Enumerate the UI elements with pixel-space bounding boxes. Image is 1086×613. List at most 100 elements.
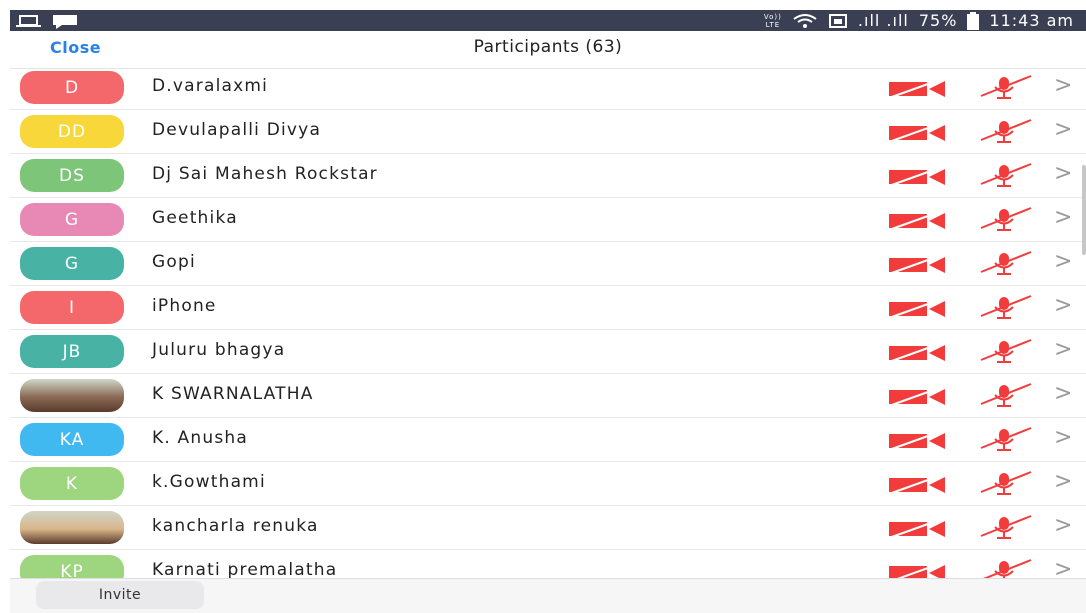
avatar: DS [20,159,124,192]
wifi-icon [793,13,817,28]
participant-row[interactable]: D D.varalaxmi > [10,66,1086,110]
video-off-icon[interactable] [887,210,949,232]
video-off-icon[interactable] [887,166,949,188]
mic-muted-icon[interactable] [975,512,1035,542]
video-off-icon[interactable] [887,474,949,496]
participant-list[interactable]: D D.varalaxmi > DD Devulapalli Divya > D… [10,66,1086,578]
mic-muted-icon[interactable] [975,204,1035,234]
avatar-initials: D [64,77,80,98]
avatar: KP [20,555,124,578]
volte-bottom: LTE [765,20,781,29]
avatar-photo [20,379,124,412]
avatar: D [20,71,124,104]
battery-icon [967,11,980,30]
participant-name: Gopi [152,252,196,272]
sim-card-icon [828,13,847,28]
bottom-toolbar: Invite [10,578,1086,613]
video-off-icon[interactable] [887,430,949,452]
nav-bar: Close Participants (63) [10,31,1086,69]
avatar-initials: G [64,253,80,274]
chevron-right-icon[interactable]: > [1054,293,1072,318]
mic-muted-icon[interactable] [975,336,1035,366]
participant-row[interactable]: JB Juluru bhagya > [10,330,1086,374]
avatar-initials: I [68,297,75,318]
chevron-right-icon[interactable]: > [1054,205,1072,230]
mic-muted-icon[interactable] [975,380,1035,410]
avatar-initials: DD [57,121,87,142]
avatar-photo [20,511,124,544]
participant-name: K SWARNALATHA [152,384,314,404]
mic-muted-icon[interactable] [975,468,1035,498]
chevron-right-icon[interactable]: > [1054,337,1072,362]
battery-percent: 75% [918,11,958,30]
participant-name: Geethika [152,208,238,228]
avatar: K [20,467,124,500]
chevron-right-icon[interactable]: > [1054,513,1072,538]
participant-row[interactable]: G Geethika > [10,198,1086,242]
chevron-right-icon[interactable]: > [1054,249,1072,274]
video-off-icon[interactable] [887,518,949,540]
status-left-icons [10,10,79,31]
participant-row[interactable]: KP Karnati premalatha > [10,550,1086,578]
participant-row[interactable]: DS Dj Sai Mahesh Rockstar > [10,154,1086,198]
laptop-icon [16,14,41,27]
mic-muted-icon[interactable] [975,248,1035,278]
chevron-right-icon[interactable]: > [1054,557,1072,578]
participant-name: Karnati premalatha [152,560,338,578]
mic-muted-icon[interactable] [975,72,1035,102]
mic-muted-icon[interactable] [975,116,1035,146]
invite-button[interactable]: Invite [36,581,204,609]
page-title: Participants (63) [473,37,623,57]
video-off-icon[interactable] [887,298,949,320]
participant-name: iPhone [152,296,217,316]
avatar-initials: K [65,473,79,494]
status-bar: Vo)) LTE .ıll .ıll 75% 11:43 am [10,10,1086,31]
video-off-icon[interactable] [887,78,949,100]
avatar: JB [20,335,124,368]
participant-name: D.varalaxmi [152,76,269,96]
mic-muted-icon[interactable] [975,556,1035,578]
chevron-right-icon[interactable]: > [1054,117,1072,142]
participant-name: Devulapalli Divya [152,120,322,140]
participant-row[interactable]: K SWARNALATHA > [10,374,1086,418]
mic-muted-icon[interactable] [975,292,1035,322]
clock: 11:43 am [989,11,1074,30]
participant-row[interactable]: G Gopi > [10,242,1086,286]
chevron-right-icon[interactable]: > [1054,161,1072,186]
avatar-initials: DS [59,165,85,186]
video-off-icon[interactable] [887,254,949,276]
status-right: Vo)) LTE .ıll .ıll 75% 11:43 am [764,10,1074,31]
participant-name: K. Anusha [152,428,248,448]
chevron-right-icon[interactable]: > [1054,425,1072,450]
participant-row[interactable]: DD Devulapalli Divya > [10,110,1086,154]
video-off-icon[interactable] [887,562,949,578]
chevron-right-icon[interactable]: > [1054,73,1072,98]
volte-top: Vo)) [763,12,782,21]
scrollbar[interactable] [1082,165,1086,255]
participant-name: k.Gowthami [152,472,266,492]
signal-bars: .ıll .ıll [857,11,909,30]
participant-name: kancharla renuka [152,516,319,536]
avatar-initials: JB [62,341,82,362]
avatar-initials: G [64,209,80,230]
participant-row[interactable]: K k.Gowthami > [10,462,1086,506]
participant-row[interactable]: KA K. Anusha > [10,418,1086,462]
video-off-icon[interactable] [887,122,949,144]
chevron-right-icon[interactable]: > [1054,381,1072,406]
video-off-icon[interactable] [887,342,949,364]
avatar: G [20,247,124,280]
avatar-initials: KP [60,561,84,579]
participant-row[interactable]: kancharla renuka > [10,506,1086,550]
avatar: I [20,291,124,324]
mic-muted-icon[interactable] [975,424,1035,454]
avatar: DD [20,115,124,148]
mic-muted-icon[interactable] [975,160,1035,190]
chevron-right-icon[interactable]: > [1054,469,1072,494]
chat-icon [53,14,77,29]
volte-indicator: Vo)) LTE [764,13,782,29]
participant-row[interactable]: I iPhone > [10,286,1086,330]
avatar: KA [20,423,124,456]
participant-name: Dj Sai Mahesh Rockstar [152,164,378,184]
video-off-icon[interactable] [887,386,949,408]
avatar: G [20,203,124,236]
